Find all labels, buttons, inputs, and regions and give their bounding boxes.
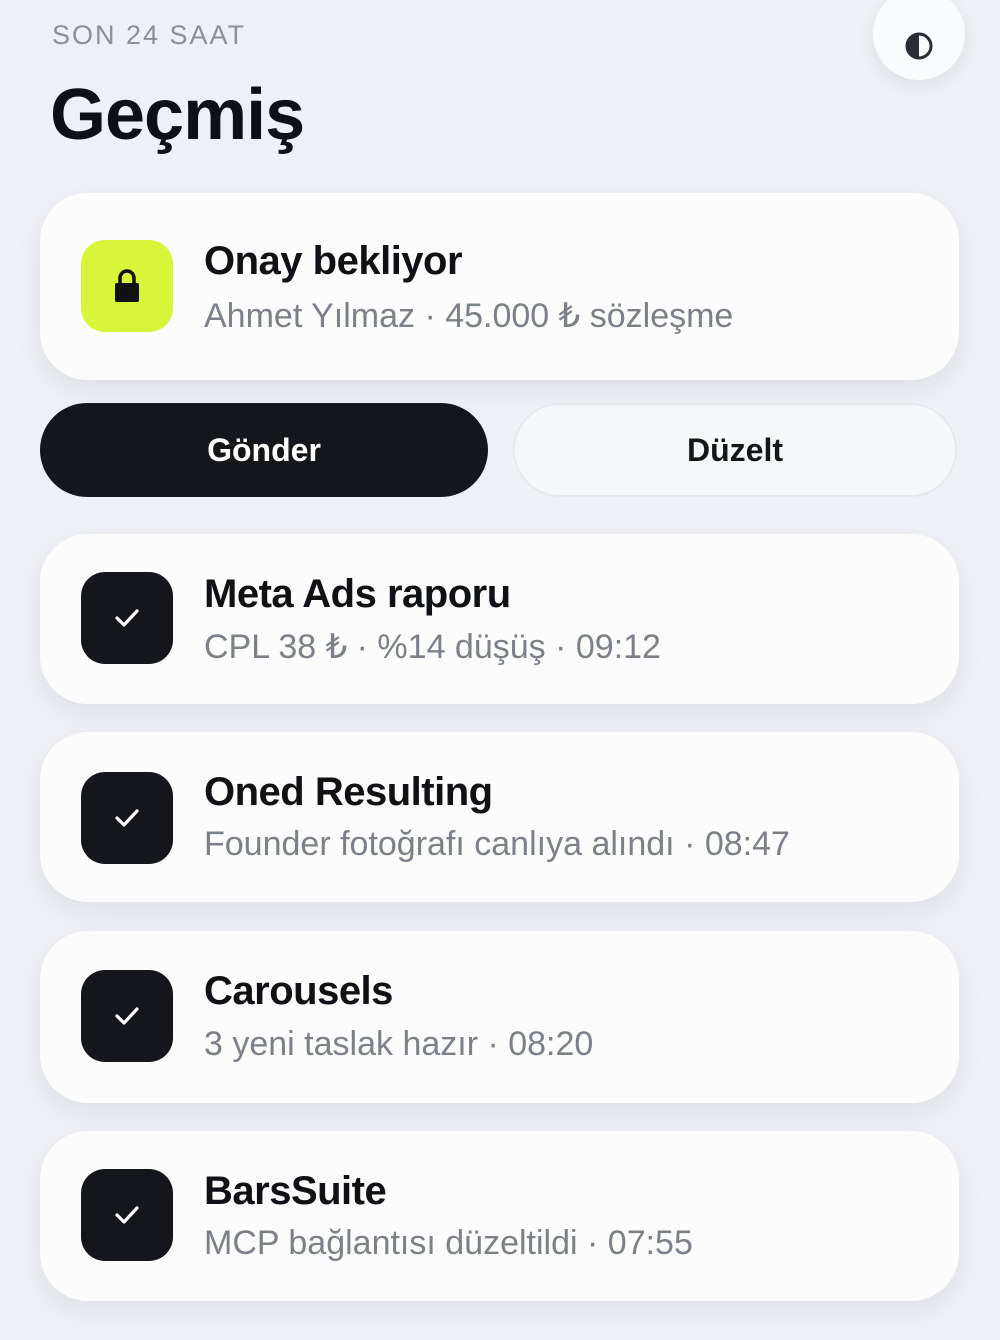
history-item-title: Oned Resulting <box>204 770 493 814</box>
history-item-subtitle: Founder fotoğrafı canlıya alındı · 08:47 <box>204 825 790 863</box>
check-badge <box>81 772 173 864</box>
history-item[interactable]: BarsSuite MCP bağlantısı düzeltildi · 07… <box>40 1131 959 1301</box>
history-screen: SON 24 SAAT Geçmiş Onay bekliyor Ahmet Y… <box>0 0 1000 1340</box>
contrast-icon <box>905 32 933 60</box>
lock-icon <box>115 269 139 302</box>
pending-approval-card[interactable]: Onay bekliyor Ahmet Yılmaz · 45.000 ₺ sö… <box>40 193 959 380</box>
send-button[interactable]: Gönder <box>40 403 488 497</box>
pending-subtitle: Ahmet Yılmaz · 45.000 ₺ sözleşme <box>204 297 734 335</box>
history-item-subtitle: 3 yeni taslak hazır · 08:20 <box>204 1025 594 1063</box>
theme-toggle-button[interactable] <box>873 0 965 80</box>
history-item[interactable]: Carousels 3 yeni taslak hazır · 08:20 <box>40 931 959 1103</box>
pending-title: Onay bekliyor <box>204 239 463 283</box>
history-item-title: Carousels <box>204 969 393 1013</box>
history-item-title: BarsSuite <box>204 1169 387 1213</box>
edit-button[interactable]: Düzelt <box>513 403 957 497</box>
page-title: Geçmiş <box>50 75 305 155</box>
check-icon <box>115 1007 139 1025</box>
lock-badge <box>81 240 173 332</box>
history-item[interactable]: Oned Resulting Founder fotoğrafı canlıya… <box>40 732 959 902</box>
check-badge <box>81 1169 173 1261</box>
section-eyebrow: SON 24 SAAT <box>52 20 247 50</box>
check-icon <box>115 809 139 827</box>
history-item-title: Meta Ads raporu <box>204 572 511 616</box>
check-badge <box>81 572 173 664</box>
history-item[interactable]: Meta Ads raporu CPL 38 ₺ · %14 düşüş · 0… <box>40 534 959 704</box>
history-item-subtitle: CPL 38 ₺ · %14 düşüş · 09:12 <box>204 628 661 666</box>
check-icon <box>115 1206 139 1224</box>
history-item-subtitle: MCP bağlantısı düzeltildi · 07:55 <box>204 1224 693 1262</box>
check-icon <box>115 609 139 627</box>
check-badge <box>81 970 173 1062</box>
